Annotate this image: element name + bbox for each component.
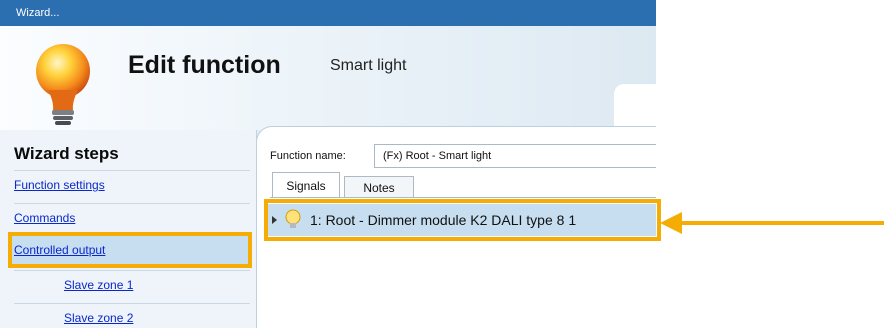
window-titlebar: Wizard... — [0, 0, 656, 26]
header-decoration — [614, 84, 656, 126]
page-subtitle: Smart light — [330, 57, 407, 74]
tab-divider — [270, 197, 656, 198]
sidebar-item-slave-zone-1[interactable]: Slave zone 1 — [14, 270, 250, 298]
sidebar-subitem-label[interactable]: Slave zone 2 — [64, 311, 133, 325]
tab-signals[interactable]: Signals — [272, 172, 340, 198]
lightbulb-icon — [36, 44, 90, 125]
header: Edit function Smart light — [0, 26, 656, 130]
sidebar-title: Wizard steps — [14, 144, 119, 163]
function-name-input[interactable]: (Fx) Root - Smart light — [374, 144, 656, 168]
page-title: Edit function — [128, 51, 281, 79]
sidebar-item-label[interactable]: Function settings — [14, 178, 105, 192]
sidebar-item-label[interactable]: Commands — [14, 211, 75, 225]
pointer-arrow-icon — [660, 212, 884, 234]
tab-notes[interactable]: Notes — [344, 176, 414, 198]
sidebar-item-slave-zone-2[interactable]: Slave zone 2 — [14, 303, 250, 328]
wizard-window: Wizard... Edit function Smart light Wiza… — [0, 0, 656, 328]
highlight-box-controlled-output — [8, 232, 252, 268]
sidebar-subitem-label[interactable]: Slave zone 1 — [64, 278, 133, 292]
function-name-label: Function name: — [270, 150, 346, 162]
sidebar-item-commands[interactable]: Commands — [14, 203, 250, 231]
sidebar-item-function-settings[interactable]: Function settings — [14, 170, 250, 198]
highlight-box-signal-row — [264, 199, 661, 241]
